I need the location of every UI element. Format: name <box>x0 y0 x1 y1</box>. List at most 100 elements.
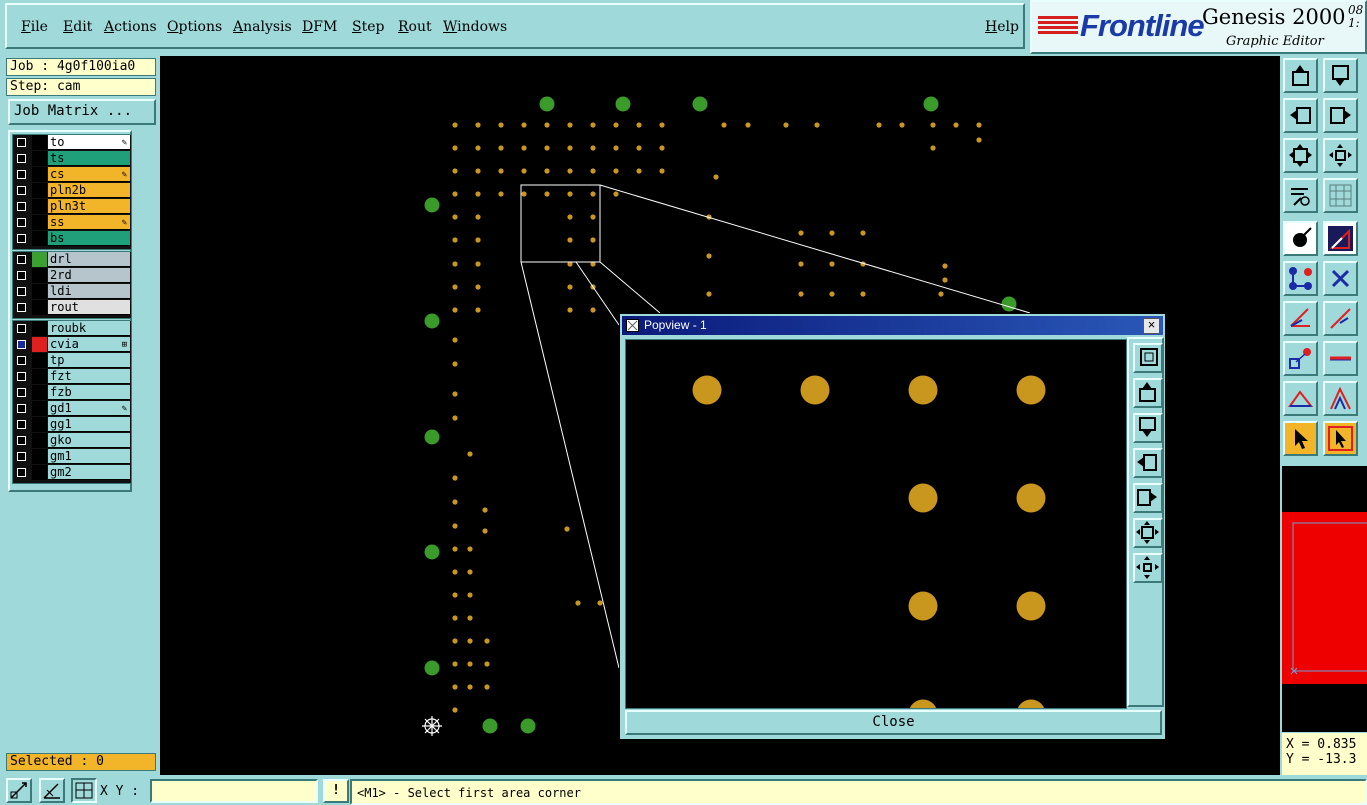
layer-checkbox[interactable] <box>17 218 26 227</box>
layer-name[interactable]: roubk <box>48 321 130 336</box>
layer-row-drl[interactable]: drl <box>13 252 131 268</box>
close-icon[interactable]: × <box>1143 318 1160 334</box>
line-draw-icon[interactable] <box>1323 301 1358 336</box>
layer-row-to[interactable]: to ✎ <box>13 135 131 151</box>
close-button[interactable]: Close <box>625 710 1162 735</box>
snap-mode-icon[interactable] <box>6 778 32 803</box>
cross-snap-icon[interactable] <box>1323 261 1358 296</box>
layer-name[interactable]: tp <box>48 353 130 368</box>
layer-row-pln3t[interactable]: pln3t <box>13 199 131 215</box>
layer-checkbox[interactable] <box>17 340 26 349</box>
grid-icon[interactable] <box>1323 178 1358 213</box>
arrow-up-triangle-icon[interactable] <box>1323 381 1358 416</box>
menu-help[interactable]: Help <box>985 19 1019 35</box>
layer-color-swatch[interactable] <box>32 284 47 299</box>
layer-color-swatch[interactable] <box>32 369 47 384</box>
layer-color-swatch[interactable] <box>32 465 47 480</box>
grid-snap-icon[interactable] <box>71 778 97 803</box>
menu-analysis[interactable]: Analysis <box>233 19 292 35</box>
layer-row-gm2[interactable]: gm2 <box>13 465 131 481</box>
layer-checkbox[interactable] <box>17 186 26 195</box>
layer-row-fzt[interactable]: fzt <box>13 369 131 385</box>
layer-color-swatch[interactable] <box>32 300 47 315</box>
pan-up-icon[interactable] <box>1133 378 1163 408</box>
layer-checkbox[interactable] <box>17 303 26 312</box>
mini-map-view[interactable] <box>1282 466 1367 732</box>
layer-name[interactable]: to ✎ <box>48 135 130 150</box>
menu-step[interactable]: Step <box>352 19 384 35</box>
layer-name[interactable]: gko <box>48 433 130 448</box>
triangle-icon[interactable] <box>1283 381 1318 416</box>
layer-name[interactable]: gm2 <box>48 465 130 480</box>
layer-row-bs[interactable]: bs <box>13 231 131 247</box>
layer-row-tp[interactable]: tp <box>13 353 131 369</box>
layer-color-swatch[interactable] <box>32 268 47 283</box>
layer-row-cvia[interactable]: cvia ⊞ <box>13 337 131 353</box>
layer-checkbox[interactable] <box>17 154 26 163</box>
layer-row-ts[interactable]: ts <box>13 151 131 167</box>
pan-left-icon[interactable] <box>1133 448 1163 478</box>
menu-edit[interactable]: Edit <box>63 19 92 35</box>
pad-snap-icon[interactable] <box>1283 221 1318 256</box>
angle-mode-icon[interactable] <box>39 778 65 803</box>
layer-name[interactable]: 2rd <box>48 268 130 283</box>
menu-dfm[interactable]: DFM <box>302 19 337 35</box>
layer-row-rout[interactable]: rout <box>13 300 131 316</box>
layer-checkbox[interactable] <box>17 234 26 243</box>
zoom-home-icon[interactable] <box>1133 553 1163 583</box>
layer-name[interactable]: pln3t <box>48 199 130 214</box>
zoom-in-icon[interactable] <box>1133 343 1163 373</box>
layer-name[interactable]: bs <box>48 231 130 246</box>
settings-tools-icon[interactable] <box>1283 178 1318 213</box>
menu-windows[interactable]: Windows <box>443 19 507 35</box>
layer-checkbox[interactable] <box>17 356 26 365</box>
layer-row-gko[interactable]: gko <box>13 433 131 449</box>
layer-color-swatch[interactable] <box>32 433 47 448</box>
layer-row-cs[interactable]: cs ✎ <box>13 167 131 183</box>
layer-color-swatch[interactable] <box>32 135 47 150</box>
layer-color-swatch[interactable] <box>32 215 47 230</box>
exclamation-button[interactable]: ! <box>323 779 349 803</box>
layer-name[interactable]: cvia ⊞ <box>48 337 130 352</box>
layer-color-swatch[interactable] <box>32 385 47 400</box>
pan-up-icon[interactable] <box>1283 58 1318 93</box>
layer-row-pln2b[interactable]: pln2b <box>13 183 131 199</box>
layer-row-ss[interactable]: ss ✎ <box>13 215 131 231</box>
horizontal-line-icon[interactable] <box>1323 341 1358 376</box>
layer-name[interactable]: gm1 <box>48 449 130 464</box>
job-matrix-button[interactable]: Job Matrix ... <box>8 99 156 125</box>
pan-right-icon[interactable] <box>1323 98 1358 133</box>
pan-left-icon[interactable] <box>1283 98 1318 133</box>
layer-checkbox[interactable] <box>17 404 26 413</box>
zoom-fit-icon[interactable] <box>1133 518 1163 548</box>
layer-color-swatch[interactable] <box>32 199 47 214</box>
layer-color-swatch[interactable] <box>32 231 47 246</box>
layer-name[interactable]: gd1 ✎ <box>48 401 130 416</box>
layer-row-roubk[interactable]: roubk <box>13 321 131 337</box>
layer-checkbox[interactable] <box>17 202 26 211</box>
layer-checkbox[interactable] <box>17 138 26 147</box>
layer-color-swatch[interactable] <box>32 401 47 416</box>
layer-color-swatch[interactable] <box>32 353 47 368</box>
layer-name[interactable]: ldi <box>48 284 130 299</box>
layer-checkbox[interactable] <box>17 468 26 477</box>
layer-name[interactable]: drl <box>48 252 130 267</box>
layer-color-swatch[interactable] <box>32 321 47 336</box>
layer-color-swatch[interactable] <box>32 167 47 182</box>
zoom-home-icon[interactable] <box>1323 138 1358 173</box>
zoom-fit-icon[interactable] <box>1283 138 1318 173</box>
popview-drawing[interactable] <box>626 340 1126 729</box>
popview-canvas[interactable] <box>625 339 1127 729</box>
layer-checkbox[interactable] <box>17 255 26 264</box>
layer-row-2rd[interactable]: 2rd <box>13 268 131 284</box>
layer-name[interactable]: fzt <box>48 369 130 384</box>
menu-file[interactable]: File <box>21 19 48 35</box>
menu-options[interactable]: Options <box>167 19 222 35</box>
layer-checkbox[interactable] <box>17 287 26 296</box>
layer-row-ldi[interactable]: ldi <box>13 284 131 300</box>
xy-coordinate-input[interactable] <box>150 779 318 803</box>
popview-titlebar[interactable]: Popview - 1 × <box>622 316 1163 335</box>
select-area-pointer-icon[interactable] <box>1323 421 1358 456</box>
layer-checkbox[interactable] <box>17 388 26 397</box>
layer-row-gd1[interactable]: gd1 ✎ <box>13 401 131 417</box>
